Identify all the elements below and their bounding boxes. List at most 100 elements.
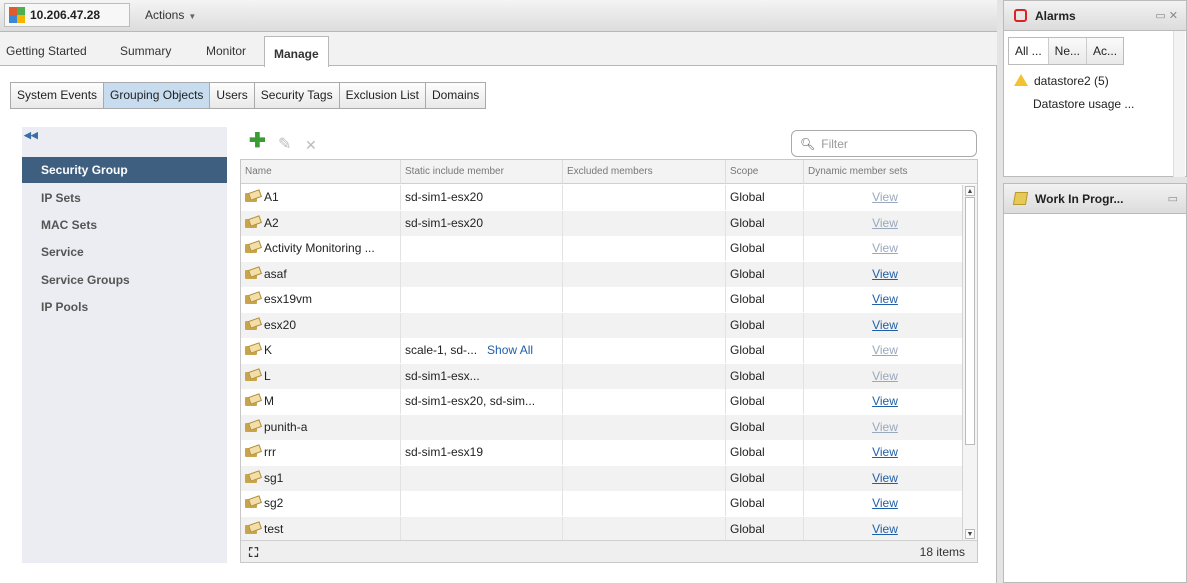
cell-static: [401, 465, 563, 491]
alarms-scrollbar[interactable]: [1173, 31, 1185, 177]
edit-icon[interactable]: ✎: [278, 137, 291, 153]
cell-dynamic: View: [804, 313, 962, 338]
add-icon[interactable]: ✚: [249, 131, 266, 151]
subtab-domains[interactable]: Domains: [425, 83, 486, 108]
table-row[interactable]: esx20 Global View: [241, 312, 962, 338]
cell-excluded: [563, 389, 726, 414]
view-link[interactable]: View: [872, 445, 898, 459]
view-link[interactable]: View: [872, 394, 898, 408]
cell-scope: Global: [726, 210, 804, 236]
cell-text: A2: [264, 215, 279, 230]
nav-item-ip-sets[interactable]: IP Sets: [22, 185, 227, 211]
security-group-icon: [245, 370, 259, 382]
alarms-tab-acknowledged[interactable]: Ac...: [1087, 38, 1124, 64]
column-header-scope[interactable]: Scope: [726, 160, 804, 184]
alarms-tabs: All ... Ne... Ac...: [1008, 37, 1125, 65]
table-row[interactable]: asaf Global View: [241, 261, 962, 287]
cell-static: sd-sim1-esx20, sd-sim...: [401, 389, 563, 414]
cell-text: sd-sim1-esx...: [405, 368, 480, 383]
view-link[interactable]: View: [872, 216, 898, 230]
table-row[interactable]: test Global View: [241, 516, 962, 542]
cell-excluded: [563, 491, 726, 516]
table-row[interactable]: sg1 Global View: [241, 465, 962, 491]
table-scrollbar[interactable]: ▲ ▼: [962, 185, 977, 540]
table-row[interactable]: esx19vm Global View: [241, 287, 962, 313]
column-header-static-include[interactable]: Static include member: [401, 160, 563, 184]
view-link[interactable]: View: [872, 369, 898, 383]
alarm-item-description[interactable]: Datastore usage ...: [1033, 97, 1134, 111]
binoculars-icon[interactable]: ⛶: [249, 545, 258, 561]
show-all-link[interactable]: Show All: [487, 343, 533, 357]
table-row[interactable]: A2 sd-sim1-esx20 Global View: [241, 210, 962, 236]
scroll-down-icon[interactable]: ▼: [965, 529, 975, 539]
column-header-dynamic[interactable]: Dynamic member sets: [804, 160, 962, 184]
subtab-users[interactable]: Users: [210, 83, 255, 108]
host-icon: [9, 7, 25, 23]
delete-icon[interactable]: ✕: [305, 137, 317, 153]
security-group-icon: [245, 268, 259, 280]
cell-excluded: [563, 312, 726, 338]
view-link[interactable]: View: [872, 292, 898, 306]
alarms-tab-all[interactable]: All ...: [1009, 38, 1049, 64]
tab-manage[interactable]: Manage: [264, 36, 329, 67]
host-name: 10.206.47.28: [30, 8, 101, 22]
filter-input[interactable]: 🔍︎ Filter: [791, 130, 977, 157]
main-panel: 10.206.47.28 Actions ▼ Getting Started Su…: [0, 0, 997, 583]
view-link[interactable]: View: [872, 471, 898, 485]
cell-text: esx20: [264, 317, 297, 332]
table-row[interactable]: A1 sd-sim1-esx20 Global View: [241, 185, 962, 211]
cell-name: sg2: [241, 491, 401, 516]
alarms-tab-new[interactable]: Ne...: [1048, 38, 1088, 64]
view-link[interactable]: View: [872, 343, 898, 357]
view-link[interactable]: View: [872, 318, 898, 332]
view-link[interactable]: View: [872, 267, 898, 281]
table-row[interactable]: sg2 Global View: [241, 491, 962, 517]
actions-menu[interactable]: Actions ▼: [145, 8, 196, 22]
view-link[interactable]: View: [872, 522, 898, 536]
nav-item-security-group[interactable]: Security Group: [22, 157, 227, 183]
scroll-up-icon[interactable]: ▲: [965, 186, 975, 196]
table-row[interactable]: Activity Monitoring ... Global View: [241, 236, 962, 262]
cell-name: test: [241, 516, 401, 542]
pin-icon[interactable]: ▭: [1168, 192, 1178, 205]
cell-dynamic: View: [804, 287, 962, 312]
nav-item-service-groups[interactable]: Service Groups: [22, 267, 227, 293]
table-row[interactable]: rrr sd-sim1-esx19 Global View: [241, 440, 962, 466]
cell-excluded: [563, 261, 726, 287]
view-link[interactable]: View: [872, 496, 898, 510]
nav-item-service[interactable]: Service: [22, 239, 227, 265]
cell-name: rrr: [241, 440, 401, 465]
view-link[interactable]: View: [872, 420, 898, 434]
column-header-name[interactable]: Name: [241, 160, 401, 184]
alarm-clock-icon: [1014, 9, 1027, 22]
table-row[interactable]: Lsd-sim1-esx... Global View: [241, 363, 962, 389]
subtab-system-events[interactable]: System Events: [11, 83, 105, 108]
tab-getting-started[interactable]: Getting Started: [6, 44, 87, 58]
tab-monitor[interactable]: Monitor: [206, 44, 246, 58]
subtab-grouping-objects[interactable]: Grouping Objects: [104, 83, 211, 108]
table-row[interactable]: punith-a Global View: [241, 414, 962, 440]
subtab-exclusion-list[interactable]: Exclusion List: [339, 83, 426, 108]
collapse-icon[interactable]: ◀◀: [24, 130, 38, 141]
cell-text: Global: [730, 445, 765, 459]
cell-dynamic: View: [804, 389, 962, 414]
tab-summary[interactable]: Summary: [120, 44, 171, 58]
table-row[interactable]: Kscale-1, sd-... Show All Global View: [241, 338, 962, 364]
scroll-thumb[interactable]: [965, 197, 975, 445]
security-group-icon: [245, 293, 259, 305]
subtab-security-tags[interactable]: Security Tags: [254, 83, 340, 108]
cell-dynamic: View: [804, 466, 962, 491]
cell-text: Global: [730, 496, 765, 510]
view-link[interactable]: View: [872, 241, 898, 255]
nav-item-mac-sets[interactable]: MAC Sets: [22, 212, 227, 238]
host-label[interactable]: 10.206.47.28: [4, 3, 130, 27]
cell-text: punith-a: [264, 419, 308, 434]
table-row[interactable]: Msd-sim1-esx20, sd-sim... Global View: [241, 389, 962, 415]
column-header-excluded[interactable]: Excluded members: [563, 160, 726, 184]
nav-item-ip-pools[interactable]: IP Pools: [22, 294, 227, 320]
cell-name: A1: [241, 185, 401, 210]
pin-close-icon[interactable]: ▭ ✕: [1155, 9, 1178, 22]
alarm-item[interactable]: datastore2 (5): [1014, 74, 1109, 88]
view-link[interactable]: View: [872, 190, 898, 204]
cell-text: Global: [730, 190, 765, 204]
